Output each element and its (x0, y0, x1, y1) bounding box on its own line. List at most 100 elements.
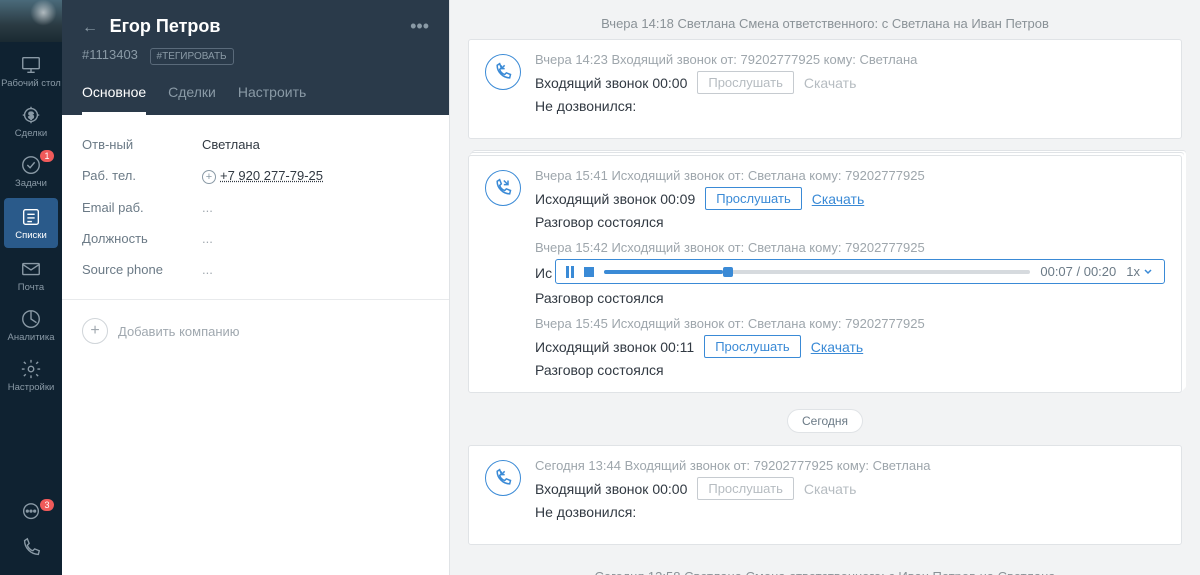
call-meta: Вчера 14:23 Входящий звонок от: 79202777… (535, 52, 1165, 67)
contact-id: #1113403 (82, 47, 138, 62)
incoming-call-icon (485, 54, 521, 90)
nav-phone[interactable] (0, 531, 62, 567)
listen-button: Прослушать (697, 477, 794, 500)
svg-text:$: $ (28, 110, 33, 120)
call-status: Не дозвонился: (535, 504, 1165, 520)
call-meta: Вчера 15:45 Исходящий звонок от: Светлан… (535, 316, 1165, 331)
workspace-logo[interactable] (0, 0, 62, 42)
nav-tasks[interactable]: 1 Задачи (0, 146, 62, 196)
nav-label: Задачи (15, 178, 47, 189)
listen-button[interactable]: Прослушать (705, 187, 802, 210)
phone-icon (20, 537, 42, 559)
chevron-down-icon (1142, 266, 1154, 278)
audio-player[interactable]: 00:07 / 00:20 1x (555, 259, 1165, 284)
call-title: Исходящий звонок 00:09 (535, 191, 695, 207)
nav-settings[interactable]: Настройки (0, 350, 62, 400)
tag-button[interactable]: #ТЕГИРОВАТЬ (150, 48, 234, 65)
call-status: Разговор состоялся (535, 214, 1165, 230)
day-label: Сегодня (787, 409, 863, 433)
mail-icon (20, 258, 42, 280)
lists-icon (20, 206, 42, 228)
more-menu[interactable]: ••• (410, 16, 429, 37)
settings-icon (20, 358, 42, 380)
call-title-truncated: Ис (535, 265, 552, 281)
call-card-incoming: Сегодня 13:44 Входящий звонок от: 792027… (468, 445, 1182, 545)
listen-button: Прослушать (697, 71, 794, 94)
tab-setup[interactable]: Настроить (238, 76, 306, 115)
tasks-badge: 1 (40, 150, 54, 162)
tab-deals[interactable]: Сделки (168, 76, 216, 115)
phone-number[interactable]: +7 920 277-79-25 (220, 168, 323, 183)
outgoing-call-icon (485, 170, 521, 206)
nav-label: Почта (18, 282, 44, 293)
field-position: Должность ... (62, 223, 449, 254)
system-event: Сегодня 13:58 Светлана Смена ответственн… (468, 561, 1182, 575)
field-label: Source phone (82, 262, 202, 277)
field-value[interactable]: ... (202, 262, 213, 277)
nav-lists[interactable]: Списки (4, 198, 58, 248)
listen-button[interactable]: Прослушать (704, 335, 801, 358)
nav-chat[interactable]: 3 (0, 495, 62, 531)
nav-label: Настройки (8, 382, 55, 393)
call-status: Разговор состоялся (535, 290, 1165, 306)
call-meta: Вчера 15:41 Исходящий звонок от: Светлан… (535, 168, 1165, 183)
download-link[interactable]: Скачать (811, 339, 864, 355)
call-status: Разговор состоялся (535, 362, 1165, 378)
contact-name[interactable]: Егор Петров (110, 16, 221, 36)
nav-label: Аналитика (7, 332, 54, 343)
nav-bottom: 3 (0, 495, 62, 575)
nav-analytics[interactable]: Аналитика (0, 300, 62, 350)
contact-fields: Отв-ный Светлана Раб. тел. + +7 920 277-7… (62, 115, 449, 293)
nav-label: Списки (15, 230, 47, 241)
add-phone-icon[interactable]: + (202, 170, 216, 184)
field-value[interactable]: + +7 920 277-79-25 (202, 168, 323, 184)
call-card-incoming: Вчера 14:23 Входящий звонок от: 79202777… (468, 39, 1182, 139)
detail-tabs: Основное Сделки Настроить (82, 76, 429, 115)
field-value[interactable]: Светлана (202, 137, 260, 152)
field-label: Email раб. (82, 200, 202, 215)
player-time: 00:07 / 00:20 (1040, 264, 1116, 279)
add-company-button[interactable]: + Добавить компанию (62, 306, 449, 356)
download-link[interactable]: Скачать (812, 191, 865, 207)
call-meta: Сегодня 13:44 Входящий звонок от: 792027… (535, 458, 1165, 473)
analytics-icon (20, 308, 42, 330)
system-event: Вчера 14:18 Светлана Смена ответственног… (468, 8, 1182, 39)
field-label: Отв-ный (82, 137, 202, 152)
chat-icon (20, 501, 42, 523)
detail-header: ← Егор Петров ••• #1113403 #ТЕГИРОВАТЬ О… (62, 0, 449, 115)
call-meta: Вчера 15:42 Исходящий звонок от: Светлан… (535, 240, 1165, 255)
left-nav-rail: Рабочий стол $ Сделки 1 Задачи Списки По… (0, 0, 62, 575)
pause-button[interactable] (566, 266, 574, 278)
call-title: Входящий звонок 00:00 (535, 481, 687, 497)
call-card-outgoing-group: Вчера 15:41 Исходящий звонок от: Светлан… (468, 155, 1182, 393)
tab-main[interactable]: Основное (82, 76, 146, 115)
activity-feed[interactable]: Вчера 14:18 Светлана Смена ответственног… (450, 0, 1200, 575)
nav-desktop[interactable]: Рабочий стол (0, 46, 62, 96)
field-source-phone: Source phone ... (62, 254, 449, 285)
desktop-icon (20, 54, 42, 76)
speed-selector[interactable]: 1x (1126, 264, 1154, 279)
back-button[interactable]: ← (82, 19, 98, 36)
call-title: Исходящий звонок 00:11 (535, 339, 694, 355)
nav-deals[interactable]: $ Сделки (0, 96, 62, 146)
field-work-phone: Раб. тел. + +7 920 277-79-25 (62, 160, 449, 192)
field-responsible: Отв-ный Светлана (62, 129, 449, 160)
day-separator: Сегодня (468, 409, 1182, 433)
download-link: Скачать (804, 481, 857, 497)
progress-bar[interactable] (604, 270, 1030, 274)
field-work-email: Email раб. ... (62, 192, 449, 223)
field-value[interactable]: ... (202, 231, 213, 246)
nav-mail[interactable]: Почта (0, 250, 62, 300)
stop-button[interactable] (584, 267, 594, 277)
call-title: Входящий звонок 00:00 (535, 75, 687, 91)
divider (62, 299, 449, 300)
add-company-label: Добавить компанию (118, 324, 240, 339)
field-label: Раб. тел. (82, 168, 202, 184)
field-value[interactable]: ... (202, 200, 213, 215)
deals-icon: $ (20, 104, 42, 126)
field-label: Должность (82, 231, 202, 246)
plus-icon: + (82, 318, 108, 344)
nav-label: Сделки (15, 128, 47, 139)
nav-label: Рабочий стол (1, 78, 61, 89)
download-link: Скачать (804, 75, 857, 91)
